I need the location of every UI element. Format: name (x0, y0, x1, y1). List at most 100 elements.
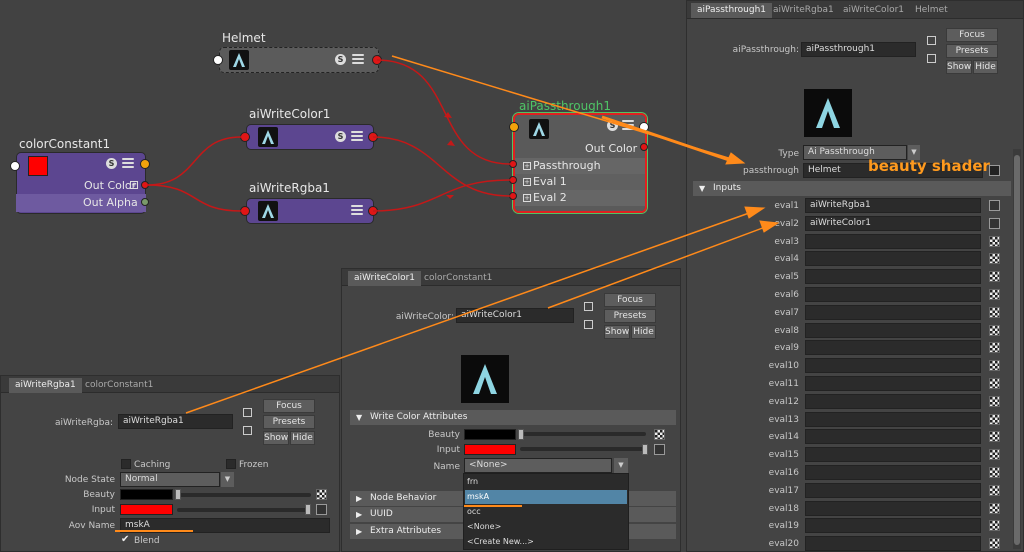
focus-button[interactable]: Focus (946, 28, 998, 42)
helmet-node[interactable]: S (219, 47, 379, 73)
beauty-slider-knob[interactable] (175, 489, 181, 500)
eval-field[interactable] (805, 322, 981, 338)
frozen-checkbox[interactable] (226, 459, 236, 469)
writergba-output-port[interactable] (368, 206, 378, 216)
checker-map-icon[interactable] (316, 489, 327, 500)
out-color-port[interactable] (141, 181, 149, 189)
checker-map-icon[interactable] (989, 235, 1000, 247)
eval-field[interactable] (805, 518, 981, 534)
checker-map-icon[interactable] (989, 413, 1000, 425)
dropdown-item-occ[interactable]: occ (465, 505, 627, 519)
checker-map-icon[interactable] (989, 449, 1000, 461)
eval-field[interactable]: aiWriteRgba1 (805, 198, 981, 213)
beauty-slider-knob[interactable] (518, 429, 524, 440)
output-connections-icon[interactable] (243, 426, 252, 435)
input-connections-icon[interactable] (243, 408, 252, 417)
checker-map-icon[interactable] (989, 484, 1000, 496)
aipassthrough-name-field[interactable]: aiPassthrough1 (801, 42, 916, 57)
node-state-dropdown[interactable]: Normal (120, 472, 220, 487)
checker-map-icon[interactable] (989, 271, 1000, 283)
expand-plus-icon[interactable]: + (523, 178, 531, 186)
aov-name-dropdown[interactable]: <None> (464, 458, 612, 473)
helmet-input-port[interactable] (213, 55, 223, 65)
writecolor-input-port[interactable] (240, 132, 250, 142)
eval-field[interactable] (805, 304, 981, 320)
tab-colorconstant1[interactable]: colorConstant1 (418, 271, 498, 286)
pt-out-color-port[interactable] (640, 143, 648, 151)
caching-checkbox[interactable] (121, 459, 131, 469)
passthrough-output-port[interactable] (639, 122, 649, 132)
presets-button[interactable]: Presets (946, 44, 998, 58)
eval-field[interactable] (805, 500, 981, 516)
helmet-output-port[interactable] (372, 55, 382, 65)
chevron-down-icon[interactable]: ▼ (221, 472, 234, 487)
tab-helmet[interactable]: Helmet (909, 3, 954, 18)
writergba-input-port[interactable] (240, 206, 250, 216)
focus-button[interactable]: Focus (263, 399, 315, 413)
input-connections-icon[interactable] (927, 36, 936, 45)
tab-aiwritergba1[interactable]: aiWriteRgba1 (9, 378, 82, 393)
dropdown-item-create-new[interactable]: <Create New...> (465, 535, 627, 549)
checker-map-icon[interactable] (989, 324, 1000, 336)
expand-plus-icon[interactable]: + (523, 162, 531, 170)
expand-plus-icon[interactable]: + (130, 181, 138, 189)
tab-aiwritergba1[interactable]: aiWriteRgba1 (767, 3, 840, 18)
eval-field[interactable] (805, 536, 981, 552)
passthrough-node[interactable]: S Out Color + Passthrough + Eval 1 + Eva… (513, 113, 647, 213)
dropdown-item-frn[interactable]: frn (465, 475, 627, 489)
input-slider-knob[interactable] (642, 444, 648, 455)
eval-field[interactable] (805, 287, 981, 302)
eval-field[interactable] (805, 447, 981, 463)
inputs-section-header[interactable]: ▼ Inputs (693, 181, 1011, 196)
input-connections-icon[interactable] (584, 302, 593, 311)
blend-check-icon[interactable]: ✔ (121, 535, 131, 545)
input-color-swatch[interactable] (120, 504, 173, 515)
eval-field[interactable] (805, 251, 981, 267)
checker-map-icon[interactable] (989, 306, 1000, 318)
beauty-slider[interactable] (520, 432, 646, 436)
eval-field[interactable] (805, 465, 981, 480)
write-color-attributes-header[interactable]: ▼ Write Color Attributes (350, 410, 676, 425)
checker-map-icon[interactable] (989, 289, 1000, 300)
expand-plus-icon[interactable]: + (523, 194, 531, 202)
aov-dropdown-menu[interactable]: frn mskA occ <None> <Create New...> (463, 473, 629, 550)
checker-map-icon[interactable] (989, 467, 1000, 478)
out-alpha-port[interactable] (141, 198, 149, 206)
tab-colorconstant1[interactable]: colorConstant1 (79, 378, 159, 393)
eval-field[interactable] (805, 269, 981, 285)
checker-map-icon[interactable] (989, 360, 1000, 372)
checker-map-icon[interactable] (989, 395, 1000, 407)
chevron-down-icon[interactable]: ▼ (614, 458, 628, 473)
aiwritergba-name-field[interactable]: aiWriteRgba1 (118, 414, 233, 429)
beauty-color-swatch[interactable] (120, 489, 173, 500)
map-button-icon[interactable] (989, 200, 1000, 211)
writergba-node[interactable] (246, 198, 374, 224)
eval-field[interactable] (805, 340, 981, 356)
input-color-swatch[interactable] (464, 444, 516, 455)
eval-field[interactable] (805, 393, 981, 409)
scrollbar[interactable] (1013, 149, 1021, 549)
presets-button[interactable]: Presets (263, 415, 315, 429)
passthrough-in-port[interactable] (509, 160, 517, 168)
eval2-in-port[interactable] (509, 192, 517, 200)
scrollbar-thumb[interactable] (1014, 155, 1020, 545)
focus-button[interactable]: Focus (604, 293, 656, 307)
input-slider[interactable] (520, 447, 646, 451)
checker-map-icon[interactable] (989, 538, 1000, 550)
eval-field[interactable] (805, 429, 981, 445)
aov-name-field[interactable]: mskA (120, 518, 330, 533)
checker-map-icon[interactable] (989, 520, 1000, 532)
map-button-icon[interactable] (316, 504, 327, 515)
input-slider-knob[interactable] (305, 504, 311, 515)
presets-button[interactable]: Presets (604, 309, 656, 323)
eval-field[interactable]: aiWriteColor1 (805, 215, 981, 231)
show-button[interactable]: Show (604, 325, 630, 339)
beauty-slider[interactable] (177, 493, 311, 497)
eval-field[interactable] (805, 233, 981, 249)
colorconstant-output-port[interactable] (140, 159, 150, 169)
show-button[interactable]: Show (263, 431, 289, 445)
checker-map-icon[interactable] (989, 253, 1000, 265)
map-button-icon[interactable] (654, 444, 665, 455)
eval-field[interactable] (805, 376, 981, 391)
eval-field[interactable] (805, 411, 981, 427)
